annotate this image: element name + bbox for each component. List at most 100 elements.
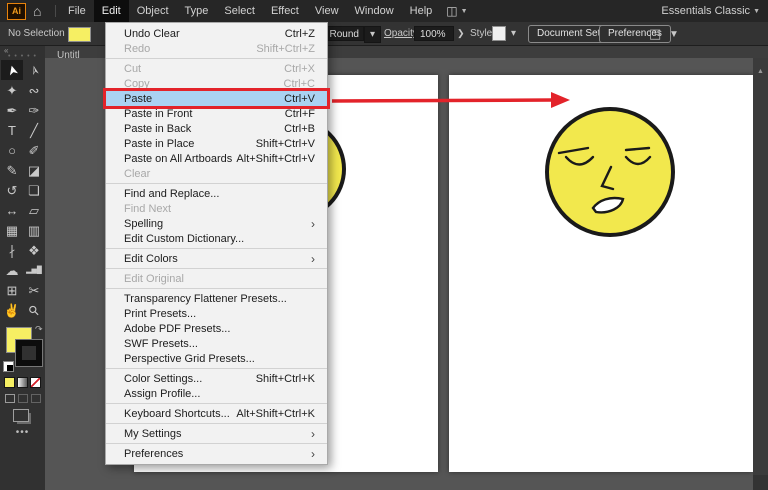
hand-tool[interactable]: ✌ [1,300,23,320]
menu-item-paste-on-all-artboards[interactable]: Paste on All ArtboardsAlt+Shift+Ctrl+V [106,151,327,166]
menu-effect[interactable]: Effect [263,0,307,22]
swap-fill-stroke-icon[interactable]: ↷ [35,324,43,335]
eyedropper-icon: ∤ [9,244,16,257]
menu-item-edit-custom-dictionary[interactable]: Edit Custom Dictionary... [106,231,327,246]
menu-item-paste-in-front[interactable]: Paste in FrontCtrl+F [106,106,327,121]
graphic-style-swatch[interactable] [492,26,506,41]
menu-edit[interactable]: Edit [94,0,129,22]
menu-item-copy[interactable]: CopyCtrl+C [106,76,327,91]
document-tab[interactable]: Untitl [57,50,80,61]
menu-help[interactable]: Help [402,0,441,22]
menu-item-paste-in-back[interactable]: Paste in BackCtrl+B [106,121,327,136]
menubar: Ai ⌂ FileEditObjectTypeSelectEffectViewW… [0,0,768,22]
vertical-scrollbar[interactable]: ▲ [753,58,768,490]
menubar-menus: FileEditObjectTypeSelectEffectViewWindow… [60,0,440,22]
menu-item-perspective-grid-presets[interactable]: Perspective Grid Presets... [106,351,327,366]
artboard-icon: ⊞ [7,284,18,297]
menu-item-find-and-replace[interactable]: Find and Replace... [106,186,327,201]
illustrator-logo-icon[interactable]: Ai [7,3,26,20]
blend-tool[interactable]: ❖ [23,240,45,260]
line-segment-tool[interactable]: ╱ [23,120,45,140]
scrollbar-corner [753,475,768,490]
none-mode-button[interactable] [30,377,41,388]
color-mode-button[interactable] [4,377,15,388]
menu-item-clear[interactable]: Clear [106,166,327,181]
menu-file[interactable]: File [60,0,94,22]
default-fill-stroke-icon[interactable] [3,361,14,372]
menu-item-adobe-pdf-presets[interactable]: Adobe PDF Presets... [106,321,327,336]
selection-tool[interactable]: ➤ [1,60,23,80]
menu-item-shortcut: Alt+Shift+Ctrl+V [236,153,315,165]
menu-item-paste-in-place[interactable]: Paste in PlaceShift+Ctrl+V [106,136,327,151]
change-screen-mode-icon[interactable] [13,409,29,422]
graphic-style-dropdown[interactable]: ▾ [507,26,520,41]
fill-color-swatch[interactable] [68,27,91,42]
ellipse-tool[interactable]: ○ [1,140,23,160]
type-tool[interactable]: T [1,120,23,140]
mesh-tool[interactable]: ▦ [1,220,23,240]
menu-item-edit-original[interactable]: Edit Original [106,271,327,286]
artboard-tool[interactable]: ⊞ [1,280,23,300]
pencil-tool[interactable]: ✎ [1,160,23,180]
menu-item-assign-profile[interactable]: Assign Profile... [106,386,327,401]
rotate-tool[interactable]: ↺ [1,180,23,200]
gradient-tool[interactable]: ▥ [23,220,45,240]
menu-item-spelling[interactable]: Spelling› [106,216,327,231]
menu-item-find-next[interactable]: Find Next [106,201,327,216]
stroke-style-dropdown[interactable]: ▾ [364,26,381,43]
column-graph-tool[interactable]: ▂▅█ [23,260,45,280]
menu-item-undo-clear[interactable]: Undo ClearCtrl+Z [106,26,327,41]
menu-object[interactable]: Object [129,0,177,22]
curvature-tool[interactable]: ✑ [23,100,45,120]
eraser-tool[interactable]: ◪ [23,160,45,180]
menu-item-color-settings[interactable]: Color Settings...Shift+Ctrl+K [106,371,327,386]
menu-type[interactable]: Type [177,0,217,22]
zoom-tool[interactable]: ⚲ [23,300,45,320]
draw-normal-button[interactable] [5,394,15,403]
gradient-mode-button[interactable] [17,377,28,388]
chevron-down-icon[interactable]: ▼ [669,29,679,40]
scroll-up-icon[interactable]: ▲ [753,68,768,75]
menu-window[interactable]: Window [347,0,402,22]
opacity-expand-chevron[interactable]: ❯ [457,28,465,39]
artboard-2[interactable] [449,75,753,472]
document-arrangement-button[interactable]: ◫ ▼ [446,4,467,18]
symbol-sprayer-tool[interactable]: ☁ [1,260,23,280]
draw-inside-button[interactable] [31,394,41,403]
pen-tool[interactable]: ✒ [1,100,23,120]
lasso-tool[interactable]: ∾ [23,80,45,100]
magic-wand-tool[interactable]: ✦ [1,80,23,100]
menu-item-my-settings[interactable]: My Settings› [106,426,327,441]
menu-item-label: Edit Original [124,273,184,285]
stroke-swatch[interactable] [16,340,42,366]
isolate-selection-icon[interactable]: ◳ [649,26,661,42]
draw-behind-button[interactable] [18,394,28,403]
menu-item-paste[interactable]: PasteCtrl+V [106,91,327,106]
home-icon[interactable]: ⌂ [33,1,41,21]
menu-item-edit-colors[interactable]: Edit Colors› [106,251,327,266]
width-tool[interactable]: ↔ [1,200,23,220]
menu-item-preferences[interactable]: Preferences› [106,446,327,461]
zoom-icon: ⚲ [26,302,42,318]
free-transform-tool[interactable]: ▱ [23,200,45,220]
menu-item-redo[interactable]: RedoShift+Ctrl+Z [106,41,327,56]
paintbrush-tool[interactable]: ✐ [23,140,45,160]
menu-view[interactable]: View [307,0,347,22]
opacity-input[interactable]: 100% [414,26,454,41]
menu-item-swf-presets[interactable]: SWF Presets... [106,336,327,351]
menu-item-keyboard-shortcuts[interactable]: Keyboard Shortcuts...Alt+Shift+Ctrl+K [106,406,327,421]
menu-item-print-presets[interactable]: Print Presets... [106,306,327,321]
edit-toolbar-button[interactable]: ••• [0,427,45,438]
curvature-icon: ✑ [29,104,40,117]
workspace-switcher[interactable]: Essentials Classic ▼ [661,0,760,22]
menu-select[interactable]: Select [216,0,263,22]
edit-menu-dropdown: Undo ClearCtrl+ZRedoShift+Ctrl+Z CutCtrl+… [105,22,328,465]
menu-item-label: Perspective Grid Presets... [124,353,255,365]
eyedropper-tool[interactable]: ∤ [1,240,23,260]
menu-item-cut[interactable]: CutCtrl+X [106,61,327,76]
slice-tool[interactable]: ✂ [23,280,45,300]
direct-selection-tool[interactable]: ➢ [23,60,45,80]
panel-grip[interactable]: • • • • • [0,53,45,60]
menu-item-transparency-flattener-presets[interactable]: Transparency Flattener Presets... [106,291,327,306]
scale-tool[interactable]: ❏ [23,180,45,200]
